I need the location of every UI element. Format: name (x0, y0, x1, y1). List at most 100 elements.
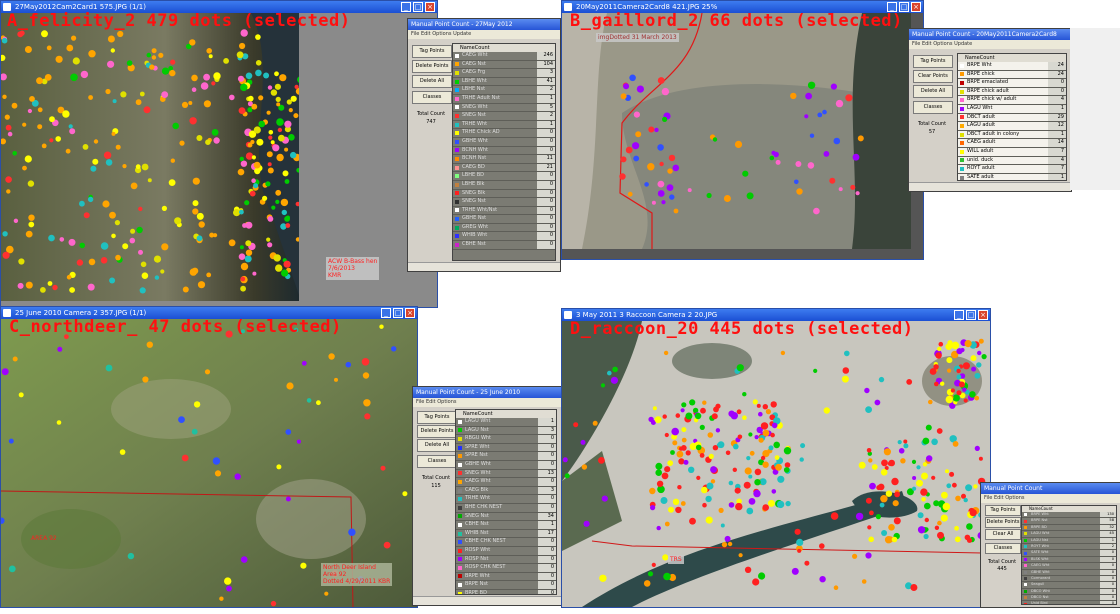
class-row[interactable]: BRPE emaciated 0 (958, 79, 1066, 88)
class-row[interactable]: LAGU Nst 3 (456, 426, 556, 436)
class-row[interactable]: CBHE Nst 0 (453, 241, 555, 250)
class-count[interactable]: 21 (537, 163, 555, 172)
class-row[interactable]: TRHE Wht 0 (456, 495, 556, 504)
class-row[interactable]: TRHE Wht/Nst 0 (453, 206, 555, 216)
tag-points-button[interactable]: Tag Points (985, 505, 1021, 516)
class-row[interactable]: CAEG adult 14 (958, 139, 1066, 148)
delete-all-button[interactable]: Delete All (412, 75, 452, 88)
aerial-image[interactable] (562, 321, 990, 607)
class-row[interactable]: WILL adult 7 (958, 147, 1066, 157)
class-count[interactable]: 0 (538, 589, 556, 594)
class-count[interactable]: 0 (1100, 550, 1116, 556)
class-row[interactable]: DBCT adult in colony 1 (958, 130, 1066, 140)
class-row[interactable]: CAEG Wht 0 (456, 478, 556, 487)
class-row[interactable]: TRHE Chick AD 0 (453, 129, 555, 138)
class-row[interactable]: BRPE Nst 0 (456, 581, 556, 590)
class-row[interactable]: BRPE chick 24 (958, 70, 1066, 80)
horizontal-scrollbar[interactable] (413, 596, 561, 605)
class-count[interactable]: 1 (1048, 104, 1066, 113)
class-count[interactable]: 0 (537, 223, 555, 232)
class-count[interactable]: 0 (1100, 569, 1116, 575)
aerial-image[interactable] (1, 13, 299, 301)
class-count[interactable]: 1 (1048, 173, 1066, 180)
class-grid[interactable]: Name Count BRPE Wht 24 BRPE chick 24 BRPE em… (957, 53, 1067, 181)
dialog-menu[interactable]: File Edit Options Update (408, 30, 560, 39)
class-count[interactable]: 3 (538, 426, 556, 435)
class-row[interactable]: SATE adult 1 (958, 173, 1066, 180)
tag-points-button[interactable]: Tag Points (417, 411, 457, 424)
dialog-menu[interactable]: File Edit Options (981, 494, 1120, 503)
class-count[interactable]: 1 (538, 418, 556, 426)
class-count[interactable]: 41 (537, 77, 555, 86)
class-grid[interactable]: Name Count LAGU Wht 1 LAGU Nst 3 RBGU Wht 0 SP… (455, 409, 557, 595)
class-row[interactable]: SNEG Wht 13 (456, 469, 556, 479)
class-count[interactable]: 7 (1048, 147, 1066, 156)
class-row[interactable]: BRPE BD 0 (456, 589, 556, 594)
class-count[interactable]: 0 (537, 232, 555, 241)
class-row[interactable]: SPRE Wht 0 (456, 443, 556, 453)
class-row[interactable]: CAEG Frg 3 (453, 69, 555, 78)
class-row[interactable]: BRPE chick adult 0 (958, 87, 1066, 97)
class-count[interactable]: 0 (1100, 556, 1116, 563)
class-row[interactable]: ROSP Wht 0 (456, 546, 556, 556)
class-count[interactable]: 0 (538, 503, 556, 512)
classes-button[interactable]: Classes (417, 455, 457, 468)
class-count[interactable]: 0 (538, 443, 556, 452)
close-icon[interactable]: × (911, 2, 921, 12)
class-row[interactable]: DBCT adult 29 (958, 113, 1066, 123)
class-row[interactable]: SNEG Nst 0 (453, 198, 555, 207)
class-count[interactable]: 0 (537, 189, 555, 198)
class-count[interactable]: 12 (1048, 122, 1066, 130)
class-row[interactable]: LBHE BD 0 (453, 172, 555, 181)
class-count[interactable]: 0 (537, 172, 555, 180)
class-row[interactable]: GBHE Wht 0 (453, 137, 555, 147)
class-count[interactable]: 0 (537, 206, 555, 215)
class-count[interactable]: 0 (538, 538, 556, 546)
class-count[interactable]: 0 (537, 129, 555, 137)
class-row[interactable]: ROSP CHK NEST 0 (456, 564, 556, 573)
class-row[interactable]: LAGU Wht 1 (958, 104, 1066, 114)
class-count[interactable]: 0 (538, 546, 556, 555)
class-count[interactable]: 24 (1048, 70, 1066, 79)
class-count[interactable]: 13 (538, 469, 556, 478)
class-count[interactable]: 11 (537, 155, 555, 163)
class-row[interactable]: SNEG Wht 5 (453, 103, 555, 113)
class-count[interactable]: 0 (538, 460, 556, 469)
class-count[interactable]: 0 (537, 180, 555, 189)
class-count[interactable]: 34 (538, 512, 556, 521)
class-count[interactable]: 2 (537, 86, 555, 94)
class-grid[interactable]: Name Count CAEG Wht 246 CAEG Nst 104 CAEG Fr… (452, 43, 556, 261)
class-count[interactable]: 0 (538, 435, 556, 443)
delete-all-button[interactable]: Delete All (913, 85, 953, 98)
class-count[interactable]: 0 (1048, 87, 1066, 96)
class-count[interactable]: 2 (1100, 543, 1116, 550)
class-row[interactable]: BRPE Wht 0 (456, 572, 556, 582)
class-row[interactable]: LAGU Wht 1 (456, 418, 556, 427)
class-count[interactable]: 0 (538, 572, 556, 581)
class-count[interactable]: 17 (538, 529, 556, 538)
class-row[interactable]: LBHE Blk 0 (453, 180, 555, 190)
class-row[interactable]: SNEG Nst 2 (453, 112, 555, 121)
class-row[interactable]: LAGU adult 12 (958, 122, 1066, 131)
class-count[interactable]: 0 (538, 478, 556, 486)
class-row[interactable]: GBHE Nst 0 (453, 215, 555, 224)
horizontal-scrollbar[interactable] (909, 182, 1071, 191)
class-count[interactable]: 0 (537, 198, 555, 206)
class-count[interactable]: 4 (1048, 96, 1066, 104)
dialog-menu[interactable]: File Edit Options (413, 398, 561, 407)
maximize-icon[interactable]: □ (413, 2, 423, 12)
class-row[interactable]: BRPE Wht 24 (958, 62, 1066, 71)
class-row[interactable]: SNEG Nst 34 (456, 512, 556, 522)
class-count[interactable]: 0 (537, 146, 555, 155)
class-row[interactable]: CAEG Blk 3 (456, 486, 556, 496)
class-count[interactable]: 4 (1048, 156, 1066, 165)
class-row[interactable]: TRHE Wht 1 (453, 120, 555, 130)
class-count[interactable]: 5 (537, 103, 555, 112)
class-count[interactable]: 45 (1100, 531, 1116, 537)
clear-points-button[interactable]: Clear Points (913, 70, 953, 83)
class-count[interactable]: 130 (1100, 512, 1116, 518)
classes-button[interactable]: Classes (985, 543, 1021, 554)
class-count[interactable]: 0 (1100, 563, 1116, 569)
class-count[interactable]: 2 (537, 112, 555, 120)
class-count[interactable]: 1 (1100, 537, 1116, 543)
